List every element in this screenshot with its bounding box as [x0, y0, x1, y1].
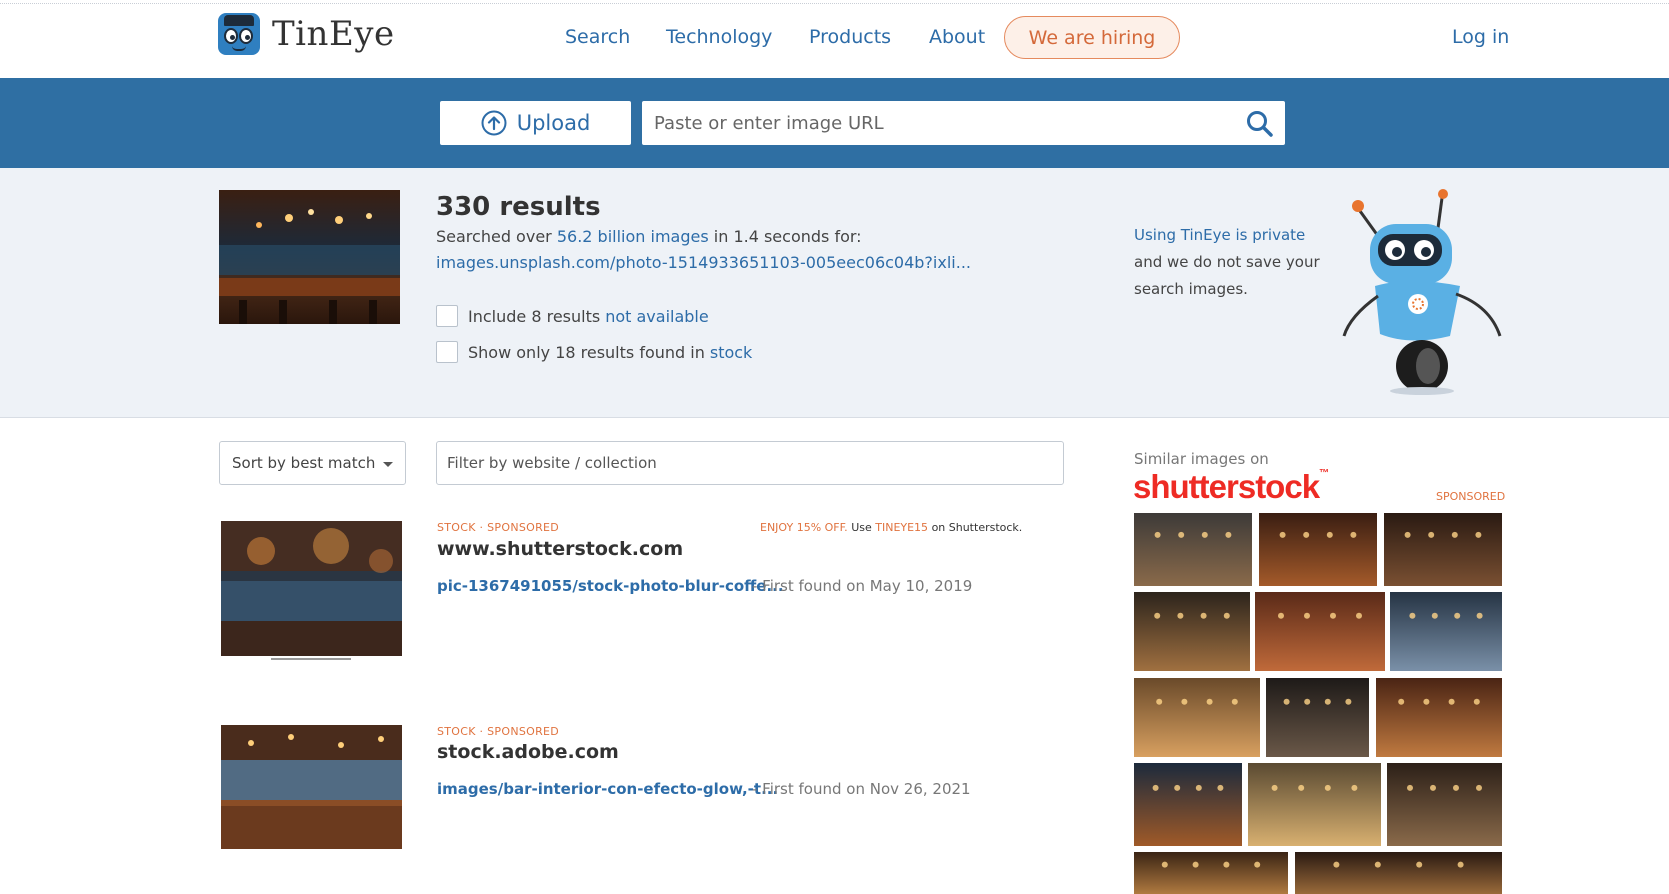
index-size-link[interactable]: 56.2 billion images [557, 227, 709, 246]
site-header: TinEye Search Technology Products About … [0, 0, 1669, 78]
nav-products[interactable]: Products [809, 0, 891, 74]
image-url-input[interactable] [654, 101, 1224, 145]
promo-text: ENJOY 15% OFF. Use TINEYE15 on Shutterst… [760, 521, 1023, 534]
result-tags: STOCK · SPONSORED [437, 725, 560, 738]
results-count: 330 results [436, 192, 601, 222]
upload-label: Upload [516, 111, 591, 135]
sponsored-label: SPONSORED [1436, 490, 1506, 503]
logo-text: TinEye [272, 14, 395, 54]
nav-about[interactable]: About [929, 0, 985, 74]
privacy-link[interactable]: Using TinEye is private [1134, 226, 1305, 244]
stock-link[interactable]: stock [710, 343, 752, 362]
robot-mascot-icon [1342, 189, 1502, 395]
similar-image-thumbnail[interactable] [1266, 678, 1369, 757]
search-band: Upload [0, 78, 1669, 168]
similar-image-thumbnail[interactable] [1295, 852, 1502, 894]
result-site[interactable]: stock.adobe.com [437, 741, 619, 763]
result-tags: STOCK · SPONSORED [437, 521, 560, 534]
sort-select[interactable]: Sort by best match [219, 441, 406, 485]
result-path-link[interactable]: images/bar-interior-con-efecto-glow,-t..… [437, 780, 778, 798]
similar-images-title: Similar images on [1134, 450, 1269, 468]
similar-image-thumbnail[interactable] [1376, 678, 1502, 757]
similar-image-thumbnail[interactable] [1255, 592, 1385, 671]
first-found-text: - First found on Nov 26, 2021 [752, 780, 971, 798]
similar-image-thumbnail[interactable] [1387, 763, 1502, 846]
result-thumbnail[interactable] [221, 521, 402, 663]
similar-image-thumbnail[interactable] [1134, 763, 1242, 846]
similar-image-thumbnail[interactable] [1248, 763, 1381, 846]
hiring-button[interactable]: We are hiring [1004, 16, 1180, 59]
stock-only-option: Show only 18 results found in stock [436, 341, 752, 363]
url-search-box [642, 101, 1285, 145]
similar-image-thumbnail[interactable] [1134, 513, 1252, 586]
result-thumbnail[interactable] [221, 725, 402, 849]
query-image-thumbnail [219, 190, 400, 324]
not-available-link[interactable]: not available [605, 307, 709, 326]
result-path-link[interactable]: pic-1367491055/stock-photo-blur-coffe... [437, 577, 784, 595]
similar-image-thumbnail[interactable] [1390, 592, 1502, 671]
filter-input[interactable] [437, 442, 1063, 484]
tineye-mascot-icon [218, 13, 260, 55]
stock-only-checkbox[interactable] [436, 341, 458, 363]
shutterstock-logo[interactable]: shutterstock™ [1133, 468, 1329, 506]
search-icon[interactable] [1245, 109, 1275, 139]
first-found-text: - First found on May 10, 2019 [752, 577, 973, 595]
result-site[interactable]: www.shutterstock.com [437, 538, 683, 560]
similar-image-thumbnail[interactable] [1134, 678, 1260, 757]
tineye-logo[interactable]: TinEye [218, 13, 395, 55]
login-link[interactable]: Log in [1452, 0, 1509, 74]
upload-button[interactable]: Upload [440, 101, 631, 145]
nav-search[interactable]: Search [565, 0, 630, 74]
query-url-link[interactable]: images.unsplash.com/photo-1514933651103-… [436, 253, 971, 272]
similar-image-thumbnail[interactable] [1384, 513, 1502, 586]
include-unavailable-option: Include 8 results not available [436, 305, 709, 327]
searched-info: Searched over 56.2 billion images in 1.4… [436, 227, 862, 246]
similar-image-thumbnail[interactable] [1134, 852, 1288, 894]
filter-box [436, 441, 1064, 485]
include-unavailable-checkbox[interactable] [436, 305, 458, 327]
similar-image-thumbnail[interactable] [1259, 513, 1377, 586]
nav-technology[interactable]: Technology [666, 0, 772, 74]
results-summary: 330 results Searched over 56.2 billion i… [0, 168, 1669, 418]
similar-image-thumbnail[interactable] [1134, 592, 1250, 671]
upload-arrow-icon [481, 110, 507, 136]
caret-down-icon [383, 462, 393, 467]
privacy-note: Using TinEye is private and we do not sa… [1134, 226, 1320, 298]
